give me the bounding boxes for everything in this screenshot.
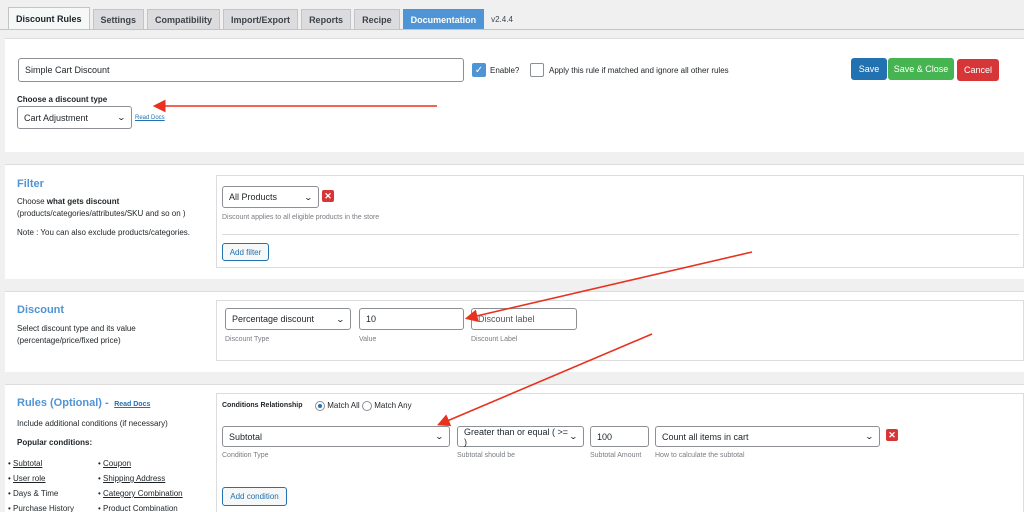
annotation-arrows [152, 99, 753, 427]
arrow-to-discount-value [464, 251, 753, 323]
arrow-to-condition-type [437, 333, 653, 427]
